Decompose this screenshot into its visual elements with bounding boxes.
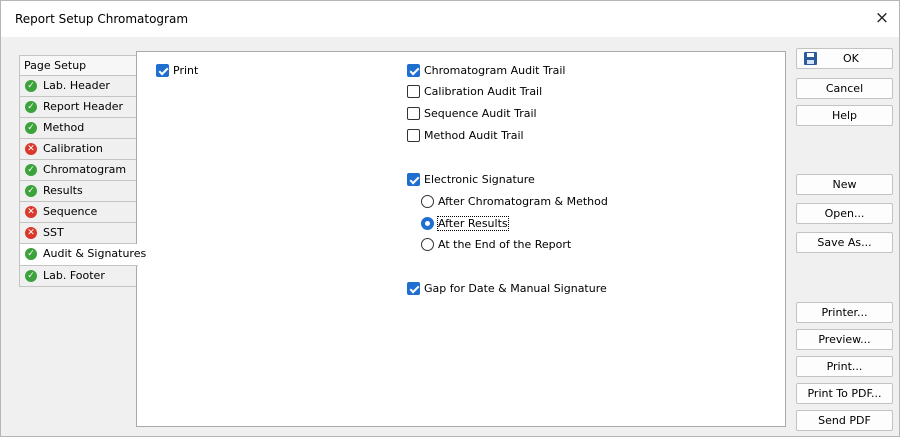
sequence-audit-trail-label: Sequence Audit Trail bbox=[424, 107, 537, 120]
print-checkbox[interactable]: Print bbox=[156, 64, 198, 77]
print-button[interactable]: Print... bbox=[796, 356, 893, 377]
audit-signatures-panel: Print Chromatogram Audit Trail Calibrati… bbox=[136, 51, 786, 427]
tab-list: Page Setup ✓ Lab. Header ✓ Report Header ✓… bbox=[19, 55, 146, 287]
tab-lab-footer[interactable]: ✓ Lab. Footer bbox=[19, 266, 137, 287]
tab-method[interactable]: ✓ Method bbox=[19, 118, 137, 139]
method-audit-trail-checkbox[interactable]: Method Audit Trail bbox=[407, 129, 524, 142]
floppy-disk-icon bbox=[804, 52, 817, 65]
x-circle-icon: ✕ bbox=[25, 143, 37, 155]
print-label: Print bbox=[173, 64, 199, 77]
tab-label: Method bbox=[43, 121, 85, 134]
new-button[interactable]: New bbox=[796, 174, 893, 195]
cancel-button[interactable]: Cancel bbox=[796, 78, 893, 99]
tab-page-setup[interactable]: Page Setup bbox=[19, 55, 137, 76]
check-circle-icon: ✓ bbox=[25, 122, 37, 134]
radio-circle[interactable] bbox=[421, 217, 434, 230]
calibration-audit-trail-checkbox[interactable]: Calibration Audit Trail bbox=[407, 85, 542, 98]
tab-chromatogram[interactable]: ✓ Chromatogram bbox=[19, 160, 137, 181]
checkbox-box[interactable] bbox=[407, 282, 420, 295]
printer-button[interactable]: Printer... bbox=[796, 302, 893, 323]
radio-label: After Results bbox=[437, 216, 509, 231]
tab-label: Chromatogram bbox=[43, 163, 127, 176]
calibration-audit-trail-label: Calibration Audit Trail bbox=[424, 85, 543, 98]
tab-label: Lab. Header bbox=[43, 79, 110, 92]
check-circle-icon: ✓ bbox=[25, 101, 37, 113]
gap-signature-label: Gap for Date & Manual Signature bbox=[424, 282, 607, 295]
checkbox-box[interactable] bbox=[156, 64, 169, 77]
electronic-signature-checkbox[interactable]: Electronic Signature bbox=[407, 173, 535, 186]
close-icon[interactable]: × bbox=[871, 8, 893, 30]
checkbox-box[interactable] bbox=[407, 64, 420, 77]
checkbox-box[interactable] bbox=[407, 85, 420, 98]
radio-after-results[interactable]: After Results bbox=[421, 216, 509, 231]
ok-button[interactable]: OK bbox=[796, 48, 893, 69]
radio-label: After Chromatogram & Method bbox=[438, 195, 608, 208]
radio-end-of-report[interactable]: At the End of the Report bbox=[421, 238, 571, 251]
chromatogram-audit-trail-label: Chromatogram Audit Trail bbox=[424, 64, 566, 77]
title-bar: Report Setup Chromatogram × bbox=[1, 1, 899, 37]
tab-sst[interactable]: ✕ SST bbox=[19, 223, 137, 244]
chromatogram-audit-trail-checkbox[interactable]: Chromatogram Audit Trail bbox=[407, 64, 565, 77]
save-as-button[interactable]: Save As... bbox=[796, 232, 893, 253]
tab-report-header[interactable]: ✓ Report Header bbox=[19, 97, 137, 118]
preview-button[interactable]: Preview... bbox=[796, 329, 893, 350]
tab-lab-header[interactable]: ✓ Lab. Header bbox=[19, 76, 137, 97]
ok-label: OK bbox=[843, 52, 859, 65]
report-setup-dialog: Report Setup Chromatogram × Page Setup ✓… bbox=[0, 0, 900, 437]
open-button[interactable]: Open... bbox=[796, 203, 893, 224]
tab-label: SST bbox=[43, 226, 64, 239]
tab-sequence[interactable]: ✕ Sequence bbox=[19, 202, 137, 223]
gap-signature-checkbox[interactable]: Gap for Date & Manual Signature bbox=[407, 282, 607, 295]
checkbox-box[interactable] bbox=[407, 173, 420, 186]
tab-label: Report Header bbox=[43, 100, 124, 113]
radio-circle[interactable] bbox=[421, 238, 434, 251]
radio-after-chromatogram-method[interactable]: After Chromatogram & Method bbox=[421, 195, 608, 208]
tab-label: Calibration bbox=[43, 142, 103, 155]
check-circle-icon: ✓ bbox=[25, 164, 37, 176]
check-circle-icon: ✓ bbox=[25, 270, 37, 282]
radio-label: At the End of the Report bbox=[438, 238, 572, 251]
radio-circle[interactable] bbox=[421, 195, 434, 208]
tab-label: Results bbox=[43, 184, 83, 197]
method-audit-trail-label: Method Audit Trail bbox=[424, 129, 524, 142]
window-title: Report Setup Chromatogram bbox=[15, 12, 189, 26]
checkbox-box[interactable] bbox=[407, 129, 420, 142]
tab-label: Lab. Footer bbox=[43, 269, 105, 282]
x-circle-icon: ✕ bbox=[25, 227, 37, 239]
electronic-signature-label: Electronic Signature bbox=[424, 173, 535, 186]
send-pdf-button[interactable]: Send PDF bbox=[796, 410, 893, 431]
check-circle-icon: ✓ bbox=[25, 185, 37, 197]
checkbox-box[interactable] bbox=[407, 107, 420, 120]
x-circle-icon: ✕ bbox=[25, 206, 37, 218]
tab-label: Page Setup bbox=[24, 59, 87, 72]
tab-label: Sequence bbox=[43, 205, 98, 218]
print-to-pdf-button[interactable]: Print To PDF... bbox=[796, 383, 893, 404]
sequence-audit-trail-checkbox[interactable]: Sequence Audit Trail bbox=[407, 107, 537, 120]
check-circle-icon: ✓ bbox=[25, 80, 37, 92]
tab-results[interactable]: ✓ Results bbox=[19, 181, 137, 202]
check-circle-icon: ✓ bbox=[25, 248, 37, 260]
tab-label: Audit & Signatures bbox=[43, 247, 147, 260]
tab-calibration[interactable]: ✕ Calibration bbox=[19, 139, 137, 160]
tab-audit-signatures[interactable]: ✓ Audit & Signatures bbox=[19, 244, 146, 266]
help-button[interactable]: Help bbox=[796, 105, 893, 126]
